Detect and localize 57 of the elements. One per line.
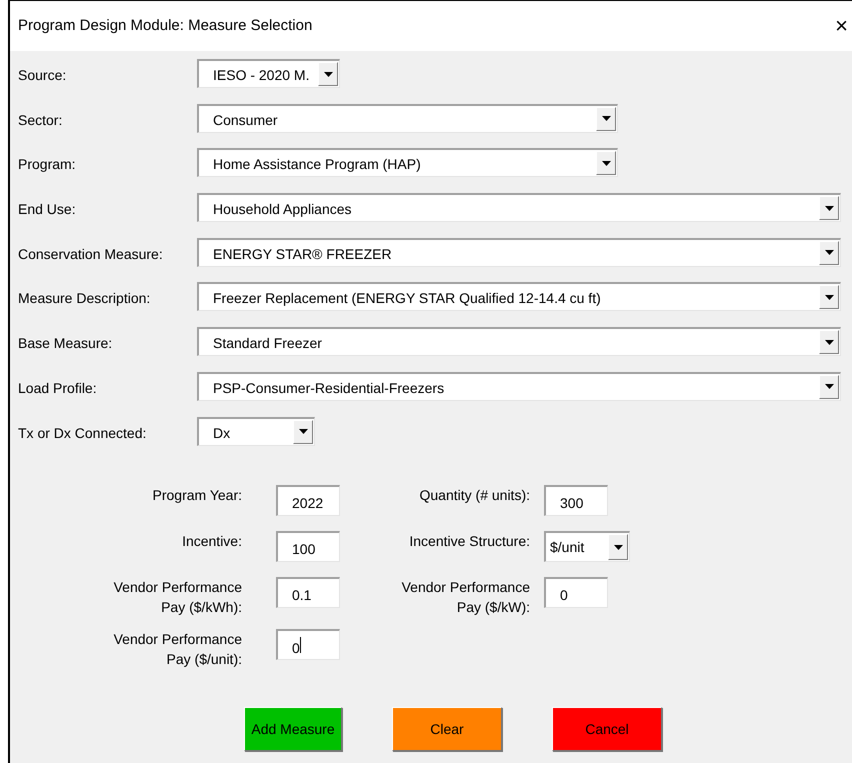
field-label: Incentive Structure:	[409, 532, 530, 552]
clear-button[interactable]: Clear	[392, 707, 502, 752]
caret-icon	[824, 294, 834, 300]
dropdown-field[interactable]: Dx	[197, 416, 315, 446]
field-label: Vendor Performance Pay ($/kW):	[400, 578, 530, 618]
caret-icon	[824, 250, 834, 256]
field-label: Program Year:	[152, 486, 242, 506]
field-label: Load Profile:	[18, 378, 98, 398]
field-label: End Use:	[18, 200, 77, 220]
dropdown-button[interactable]	[596, 151, 616, 176]
input-field[interactable]: 300	[544, 485, 608, 516]
dropdown-button[interactable]	[819, 285, 839, 310]
dropdown-field[interactable]: ENERGY STAR® FREEZER	[197, 238, 841, 267]
field-label: Base Measure:	[18, 334, 114, 354]
dropdown-field[interactable]: Household Appliances	[197, 193, 841, 222]
field-label: Sector:	[18, 110, 64, 130]
dropdown-field[interactable]: Home Assistance Program (HAP)	[197, 148, 618, 178]
field-label: Source:	[18, 66, 68, 85]
field-label: Quantity (# units):	[420, 486, 530, 506]
dropdown-field[interactable]: Freezer Replacement (ENERGY STAR Qualified 12-14.4 cu ft)	[197, 282, 841, 312]
field-label: Tx or Dx Connected:	[18, 424, 148, 442]
field-label: Program:	[18, 155, 77, 174]
input-field[interactable]: 0	[544, 577, 608, 608]
input-field[interactable]: 100	[276, 531, 340, 562]
caret-icon	[824, 206, 834, 211]
dropdown-button[interactable]	[819, 330, 839, 354]
dropdown-button[interactable]	[819, 196, 839, 220]
caret-icon	[298, 429, 308, 434]
input-field[interactable]: 2022	[276, 485, 340, 516]
cancel-button[interactable]: Cancel	[552, 707, 662, 752]
dropdown-field[interactable]: Consumer	[197, 104, 618, 133]
caret-icon	[602, 116, 610, 122]
dropdown-button[interactable]	[318, 62, 338, 86]
dropdown-button[interactable]	[819, 240, 839, 265]
field-label: Vendor Performance Pay ($/kWh):	[112, 578, 242, 618]
field-label: Measure Description:	[18, 289, 152, 308]
dropdown-button[interactable]	[819, 374, 839, 399]
caret-icon	[824, 384, 834, 390]
caret-icon	[324, 72, 332, 76]
dropdown-field[interactable]: PSP-Consumer-Residential-Freezers	[197, 372, 841, 401]
caret-icon	[614, 544, 622, 550]
dropdown-button[interactable]	[608, 534, 628, 560]
input-field[interactable]: 0.1	[276, 577, 340, 608]
dropdown-field[interactable]: $/unit	[544, 531, 630, 562]
dropdown-field[interactable]: Standard Freezer	[197, 327, 841, 356]
field-label: Conservation Measure:	[18, 244, 164, 264]
dropdown-button[interactable]	[596, 106, 616, 131]
window-title: Program Design Module: Measure Selection	[18, 16, 312, 36]
dropdown-field[interactable]: IESO - 2020 M.	[197, 59, 340, 88]
add-button[interactable]: Add Measure	[244, 707, 342, 752]
caret-icon	[602, 160, 610, 166]
input-field[interactable]: 0	[276, 629, 340, 660]
close-button[interactable]: ×	[831, 15, 852, 37]
dropdown-button[interactable]	[293, 420, 313, 444]
field-label: Vendor Performance Pay ($/unit):	[112, 630, 242, 670]
field-label: Incentive:	[182, 532, 242, 552]
caret-icon	[824, 340, 834, 345]
